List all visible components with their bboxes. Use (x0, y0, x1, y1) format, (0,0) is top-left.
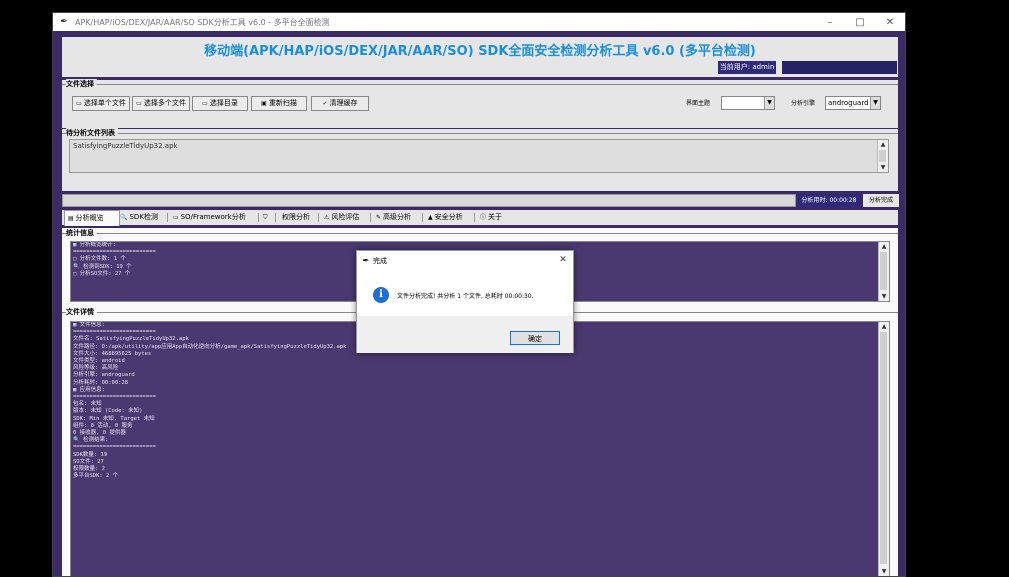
info-icon: ⓘ (480, 214, 487, 221)
tab-security[interactable]: ▲ 安全分析 (428, 211, 463, 224)
tab-advanced[interactable]: ✎ 高级分析 (376, 211, 411, 224)
stats-scrollbar[interactable]: ▲ ▼ (878, 242, 889, 301)
lock-icon: ▲ (428, 214, 433, 221)
file-select-group: 文件选择 ▭ 选择单个文件 ▭ 选择多个文件 ▭ 选择目录 ▣ 重新扫描 ✓ 清理缓存 界… (62, 79, 898, 128)
dialog-close-button[interactable]: ✕ (557, 254, 569, 266)
feather-icon: ✒ (362, 256, 370, 265)
tab-overview[interactable]: ▤ 分析概览 (64, 210, 120, 226)
file-list-scrollbar[interactable]: ▲ ▼ (877, 140, 888, 172)
info-icon: i (373, 287, 389, 303)
current-user-label: 当前用户: admin (718, 61, 776, 74)
progress-bar (62, 194, 796, 207)
detail-line: 0 接收器, 0 提供器 (73, 430, 126, 437)
analysis-timer: 分析用时: 00:00:28 (797, 194, 861, 207)
detail-line: ========================= (73, 444, 156, 451)
details-scrollbar[interactable]: ▲ ▼ (878, 322, 889, 576)
tab-sdk-detection[interactable]: 🔍 SDK检测 (120, 211, 158, 224)
app-title: 移动端(APK/HAP/iOS/DEX/JAR/AAR/SO) SDK全面安全检… (204, 44, 756, 59)
tab-permissions[interactable]: 权限分析 (282, 211, 310, 224)
folder-icon: ▭ (202, 100, 208, 107)
detail-line: SO文件: 27 (73, 458, 104, 465)
dialog-footer: 确定 (357, 316, 573, 353)
wrench-icon: ✎ (376, 214, 382, 221)
detail-line: SDK数量: 19 (73, 451, 108, 458)
file-listbox[interactable]: SatisfyingPuzzleTidyUp32.apk ▲ ▼ (69, 139, 889, 173)
user-box (782, 61, 897, 74)
detail-line: 权限数量: 2 (73, 466, 105, 473)
scroll-up-icon[interactable]: ▲ (878, 140, 888, 149)
engine-label: 分析引擎 (791, 100, 816, 107)
select-multiple-files-button[interactable]: ▭ 选择多个文件 (132, 96, 190, 111)
search-icon: 🔍 (120, 214, 128, 221)
detail-line: 包名: 未知 (73, 401, 102, 408)
shield-icon: ⛉ (263, 214, 268, 221)
chart-icon: ▤ (68, 215, 74, 222)
scroll-up-icon[interactable]: ▲ (879, 322, 889, 331)
detail-line: 🔍 检测结果: (73, 437, 109, 444)
select-file-button[interactable]: ▭ 选择单个文件 (72, 96, 130, 111)
select-directory-button[interactable]: ▭ 选择目录 (192, 96, 248, 111)
file-list-label: 待分析文件列表 (66, 128, 118, 138)
rescan-button[interactable]: ▣ 重新扫描 (251, 96, 307, 111)
maximize-button[interactable]: □ (845, 13, 875, 31)
scroll-up-icon[interactable]: ▲ (879, 242, 889, 251)
theme-label: 界面主题 (686, 100, 711, 107)
broom-icon: ✓ (322, 100, 328, 107)
clear-cache-button[interactable]: ✓ 清理缓存 (311, 96, 369, 111)
folder-icon: ▭ (173, 214, 179, 221)
dialog-title-bar: ✒ 完成 (357, 251, 573, 270)
feather-icon: ✒ (60, 17, 68, 27)
file-list-group: 待分析文件列表 SatisfyingPuzzleTidyUp32.apk ▲ ▼ (62, 128, 898, 191)
detail-line: ▣ 应用信息: (73, 386, 105, 393)
ok-button[interactable]: 确定 (510, 331, 560, 345)
engine-select[interactable]: androguard ▼ (825, 96, 881, 110)
list-item[interactable]: SatisfyingPuzzleTidyUp32.apk (73, 142, 885, 150)
scroll-down-icon[interactable]: ▼ (879, 567, 889, 576)
dialog-message: 文件分析完成! 共分析 1 个文件, 总耗时 00:00:30. (397, 293, 534, 300)
stats-line: ▣ 分析概览统计: (73, 242, 116, 248)
scroll-down-icon[interactable]: ▼ (879, 292, 889, 301)
detail-line: 分析耗时: 00:00:28 (73, 379, 129, 386)
minimize-button[interactable]: – (815, 13, 845, 31)
title-bar: ✒ APK/HAP/iOS/DEX/JAR/AAR/SO SDK分析工具 v6.… (53, 13, 905, 31)
tab-bar: ▤ 分析概览 🔍 SDK检测 ▭ SO/Framework分析 ⛉ 权限分析 ⚠ 风险评… (62, 210, 898, 226)
dialog-title: 完成 (373, 257, 387, 265)
completion-dialog: ✒ 完成 ✕ i 文件分析完成! 共分析 1 个文件, 总耗时 00:00:30.… (356, 250, 574, 353)
close-button[interactable]: ✕ (875, 13, 905, 31)
file-icon: ▭ (76, 100, 82, 107)
details-label: 文件详情 (66, 307, 97, 317)
refresh-icon: ▣ (261, 100, 267, 107)
chevron-down-icon: ▼ (870, 97, 880, 109)
files-icon: ▭ (136, 100, 142, 107)
warning-icon: ⚠ (324, 214, 330, 221)
theme-select[interactable]: ▼ (721, 96, 775, 110)
stats-label: 统计信息 (66, 228, 97, 238)
detail-line: 风险等级: 高风险 (73, 365, 119, 372)
details-console[interactable]: ▣ 文件信息: ========================= 文件名: Sat… (70, 321, 890, 576)
scroll-down-icon[interactable]: ▼ (878, 163, 888, 172)
detail-line: 文件类型: android (73, 358, 125, 365)
chevron-down-icon: ▼ (764, 97, 774, 109)
dialog-body: i 文件分析完成! 共分析 1 个文件, 总耗时 00:00:30. (357, 270, 573, 316)
file-select-label: 文件选择 (66, 79, 97, 89)
detail-line: 多平台SDK: 2 个 (73, 473, 119, 480)
tab-so-framework[interactable]: ▭ SO/Framework分析 (173, 211, 246, 224)
detail-line: 版本: 未知 (Code: 未知) (73, 408, 143, 415)
tab-shield[interactable]: ⛉ (263, 211, 270, 224)
tab-about[interactable]: ⓘ 关于 (480, 211, 502, 224)
analysis-status: 分析完成 (863, 194, 899, 207)
detail-line: ========================= (73, 394, 156, 401)
detail-line: SDK: Min 未知, Target 未知 (73, 415, 155, 422)
detail-line: 分析引擎: androguard (73, 372, 135, 379)
app-header: 移动端(APK/HAP/iOS/DEX/JAR/AAR/SO) SDK全面安全检… (62, 37, 898, 77)
window-title: APK/HAP/iOS/DEX/JAR/AAR/SO SDK分析工具 v6.0 … (75, 17, 330, 27)
detail-line: 组件: 0 活动, 0 服务 (73, 422, 133, 429)
tab-risk-assessment[interactable]: ⚠ 风险评估 (324, 211, 359, 224)
